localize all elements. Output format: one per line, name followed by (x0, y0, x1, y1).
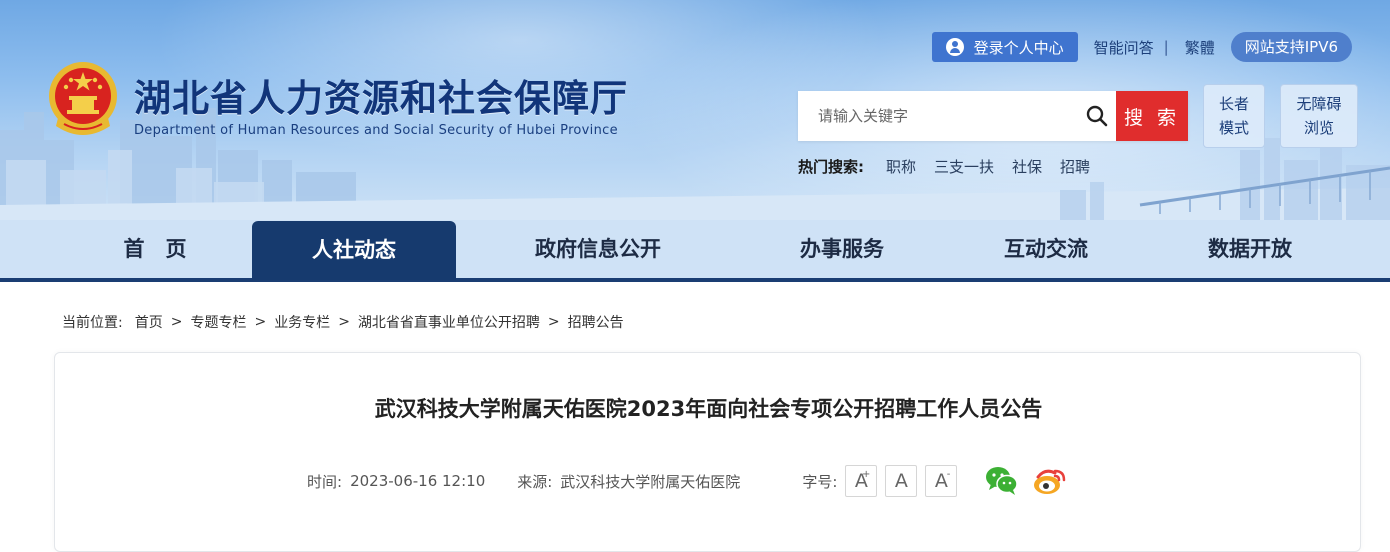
hot-search-item[interactable]: 职称 (886, 156, 916, 177)
font-increase-button[interactable]: A + (845, 465, 878, 497)
hot-search-label: 热门搜索: (798, 158, 864, 176)
elder-mode-button[interactable]: 长者 模式 (1203, 84, 1265, 148)
search-icon[interactable] (1078, 91, 1116, 141)
article-title: 武汉科技大学附属天佑医院2023年面向社会专项公开招聘工作人员公告 (374, 397, 1043, 421)
search-input[interactable] (798, 91, 1078, 141)
breadcrumb-link[interactable]: 首页 (135, 312, 163, 332)
article-meta: 时间: 2023-06-16 12:10 来源: 武汉科技大学附属天佑医院 字号… (307, 465, 1067, 497)
breadcrumb-label: 当前位置: (62, 315, 123, 331)
breadcrumb-separator: > (170, 314, 183, 330)
breadcrumb-link[interactable]: 招聘公告 (568, 312, 624, 332)
font-default-button[interactable]: A (885, 465, 918, 497)
search-box: 搜 索 (798, 91, 1188, 141)
nav-item-interaction[interactable]: 互动交流 (946, 220, 1146, 278)
accessible-label-line2: 浏览 (1303, 119, 1334, 137)
accessible-label-line1: 无障碍 (1296, 95, 1342, 113)
nav-item-gov-info[interactable]: 政府信息公开 (488, 220, 708, 278)
smart-qa-link[interactable]: 智能问答 (1094, 37, 1154, 58)
login-personal-center-button[interactable]: 登录个人中心 (931, 32, 1078, 62)
breadcrumb-link[interactable]: 专题专栏 (190, 312, 246, 332)
nav-item-news[interactable]: 人社动态 (252, 221, 456, 280)
breadcrumb-link[interactable]: 业务专栏 (274, 312, 330, 332)
nav-item-home[interactable]: 首 页 (60, 220, 250, 278)
accessible-browse-button[interactable]: 无障碍 浏览 (1280, 84, 1358, 148)
hot-search-item[interactable]: 三支一扶 (934, 156, 994, 177)
login-label: 登录个人中心 (973, 38, 1064, 57)
site-header: 湖北省人力资源和社会保障厅 Department of Human Resour… (0, 0, 1390, 220)
main-nav: 首 页 人社动态 政府信息公开 办事服务 互动交流 数据开放 (0, 220, 1390, 282)
ipv6-support-badge[interactable]: 网站支持IPV6 (1230, 32, 1352, 62)
breadcrumb-link[interactable]: 湖北省省直事业单位公开招聘 (358, 312, 540, 332)
hot-search-item[interactable]: 招聘 (1060, 156, 1090, 177)
font-decrease-button[interactable]: A- (925, 465, 958, 497)
nav-item-open-data[interactable]: 数据开放 (1150, 220, 1350, 278)
publish-time: 2023-06-16 12:10 (350, 472, 486, 490)
traditional-chinese-link[interactable]: 繁體 (1185, 37, 1215, 58)
font-size-label: 字号: (802, 472, 838, 491)
hot-search-bar: 热门搜索: 职称 三支一扶 社保 招聘 (798, 156, 1108, 177)
national-emblem-logo (44, 58, 122, 142)
article-card: 武汉科技大学附属天佑医院2023年面向社会专项公开招聘工作人员公告 时间: 20… (54, 352, 1361, 552)
weibo-share-icon[interactable] (1033, 465, 1067, 497)
article-source: 武汉科技大学附属天佑医院 (560, 472, 741, 491)
source-label: 来源: (517, 472, 553, 491)
breadcrumb-separator: > (547, 314, 560, 330)
site-title: 湖北省人力资源和社会保障厅 (134, 77, 628, 120)
wechat-share-icon[interactable] (985, 465, 1019, 497)
breadcrumb-separator: > (254, 314, 267, 330)
breadcrumb-separator: > (338, 314, 350, 330)
elder-mode-label-line1: 长者 (1218, 95, 1249, 113)
nav-item-services[interactable]: 办事服务 (742, 220, 942, 278)
site-subtitle: Department of Human Resources and Social… (134, 123, 618, 138)
hot-search-item[interactable]: 社保 (1012, 156, 1042, 177)
top-links-bar: 登录个人中心 智能问答 | 繁體 网站支持IPV6 (931, 32, 1352, 62)
user-icon (945, 38, 964, 56)
time-label: 时间: (307, 472, 343, 491)
elder-mode-label-line2: 模式 (1218, 119, 1249, 137)
search-button[interactable]: 搜 索 (1116, 91, 1188, 141)
link-separator: | (1163, 38, 1169, 56)
breadcrumb: 当前位置: 首页 > 专题专栏 > 业务专栏 > 湖北省省直事业单位公开招聘 >… (62, 312, 624, 332)
